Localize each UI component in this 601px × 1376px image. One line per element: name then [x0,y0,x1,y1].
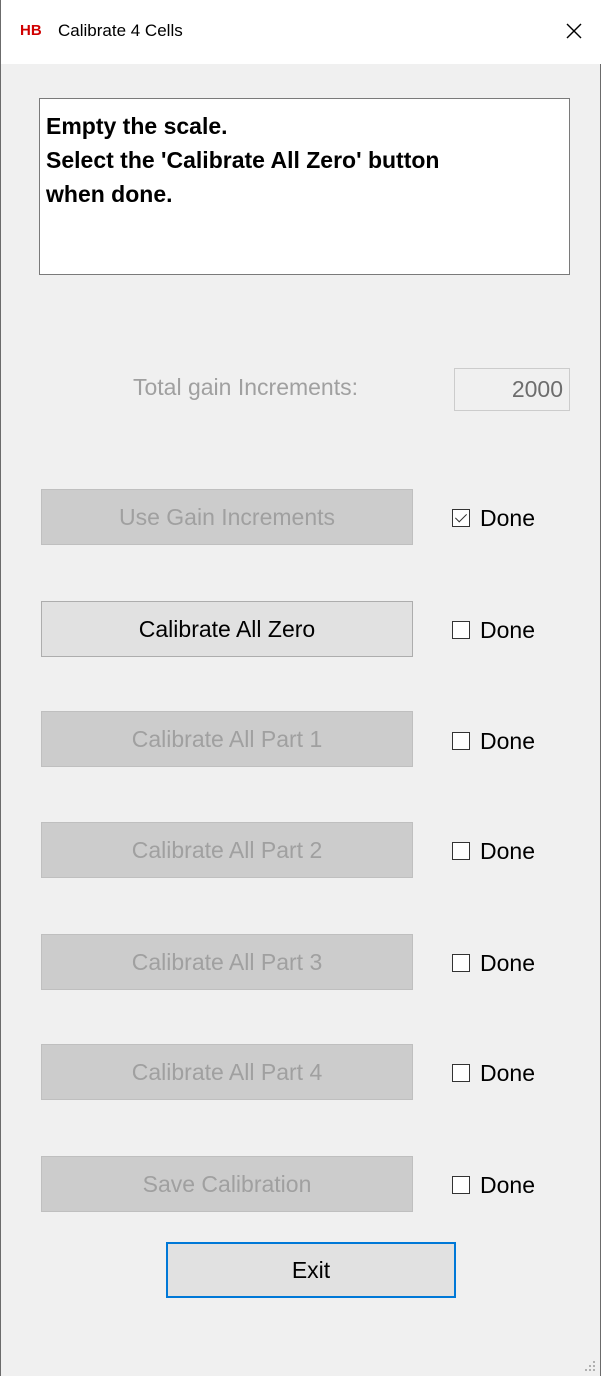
calibrate-window: HB Calibrate 4 Cells Empty the scale. Se… [0,0,601,1376]
step-done-checkbox: Done [452,615,535,645]
done-label: Done [480,949,535,976]
calibrate-all-part2-button[interactable]: Calibrate All Part 2 [41,822,413,878]
done-label: Done [480,727,535,754]
checkbox-icon [452,842,470,860]
step-done-checkbox: Done [452,836,535,866]
step-done-checkbox: Done [452,1170,535,1200]
resize-grip-icon[interactable] [584,1360,596,1372]
step-done-checkbox: Done [452,503,535,533]
gain-increments-field: 2000 [454,368,570,411]
exit-button[interactable]: Exit [166,1242,456,1298]
done-label: Done [480,837,535,864]
app-logo: HB [20,22,42,39]
done-label: Done [480,504,535,531]
window-title: Calibrate 4 Cells [58,21,183,40]
calibrate-all-zero-button[interactable]: Calibrate All Zero [41,601,413,657]
step-done-checkbox: Done [452,948,535,978]
close-button[interactable] [551,8,597,54]
gain-increments-label: Total gain Increments: [133,374,359,400]
checkbox-icon [452,1176,470,1194]
checkbox-checked-icon [452,509,470,527]
checkbox-icon [452,732,470,750]
calibrate-all-part1-button[interactable]: Calibrate All Part 1 [41,711,413,767]
checkbox-icon [452,1064,470,1082]
calibrate-all-part3-button[interactable]: Calibrate All Part 3 [41,934,413,990]
checkbox-icon [452,621,470,639]
title-bar[interactable]: HB Calibrate 4 Cells [1,0,601,64]
done-label: Done [480,1171,535,1198]
step-done-checkbox: Done [452,726,535,756]
calibrate-all-part4-button[interactable]: Calibrate All Part 4 [41,1044,413,1100]
use-gain-increments-button[interactable]: Use Gain Increments [41,489,413,545]
step-done-checkbox: Done [452,1058,535,1088]
done-label: Done [480,616,535,643]
close-icon [566,23,582,39]
save-calibration-button[interactable]: Save Calibration [41,1156,413,1212]
instructions-text: Empty the scale. Select the 'Calibrate A… [39,98,570,275]
checkbox-icon [452,954,470,972]
done-label: Done [480,1059,535,1086]
